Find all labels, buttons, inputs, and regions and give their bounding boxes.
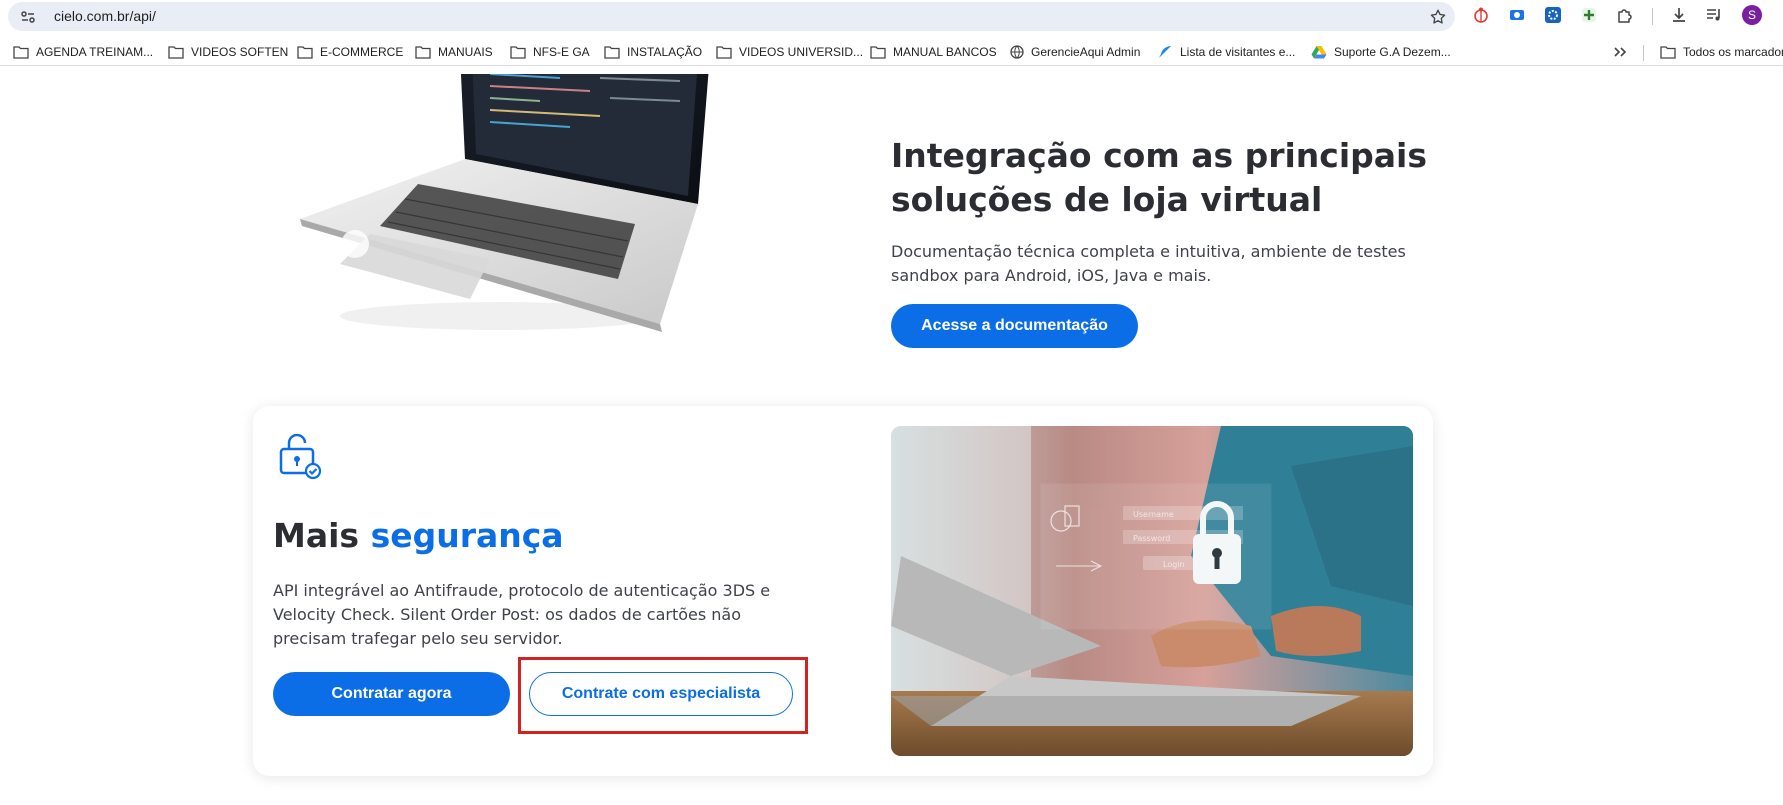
image-password-label: Password — [1133, 534, 1170, 543]
extension-gear-icon[interactable] — [1544, 6, 1562, 24]
bookmarks-bar: AGENDA TREINAM... VIDEOS SOFTEN E-COMMER… — [0, 38, 1783, 66]
bookmark-label: VIDEOS SOFTEN — [191, 45, 289, 59]
folder-icon — [13, 46, 29, 59]
profile-avatar[interactable]: S — [1742, 5, 1762, 25]
download-icon[interactable] — [1670, 6, 1688, 24]
url-text[interactable]: cielo.com.br/api/ — [54, 8, 156, 24]
bookmark-instalacao[interactable]: INSTALAÇÃO — [604, 42, 702, 62]
extension-screen-recorder-icon[interactable] — [1508, 6, 1526, 24]
toolbar-divider — [1652, 8, 1653, 25]
folder-icon — [168, 46, 184, 59]
security-card: Mais segurança API integrável ao Antifra… — [253, 406, 1433, 776]
security-description: API integrável ao Antifraude, protocolo … — [273, 581, 771, 648]
bookmark-manual-bancos[interactable]: MANUAL BANCOS — [870, 42, 997, 62]
folder-icon — [415, 46, 431, 59]
bookmark-label: Todos os marcadores — [1683, 45, 1783, 59]
bookmark-label: AGENDA TREINAM... — [36, 45, 154, 59]
folder-icon — [870, 46, 886, 59]
unlocked-padlock-icon — [279, 434, 322, 480]
integration-title: Integração com as principais soluções de… — [891, 136, 1428, 219]
bookmark-label: MANUAIS — [438, 45, 493, 59]
security-title: Mais segurança — [273, 514, 564, 558]
bookmark-label: Lista de visitantes e... — [1180, 45, 1296, 59]
integration-description: Documentação técnica completa e intuitiv… — [891, 242, 1406, 285]
bookmark-manuais[interactable]: MANUAIS — [415, 42, 493, 62]
folder-icon — [604, 46, 620, 59]
folder-icon — [510, 46, 526, 59]
bookmark-gerencieaqui-admin[interactable]: GerencieAqui Admin — [1010, 42, 1140, 62]
bookmark-label: MANUAL BANCOS — [893, 45, 997, 59]
chevron-double-right-icon[interactable] — [1612, 44, 1628, 60]
bookmark-label: INSTALAÇÃO — [627, 45, 703, 59]
bookmark-label: E-COMMERCE — [320, 45, 404, 59]
laptop-illustration — [300, 74, 709, 332]
folder-icon — [716, 46, 732, 59]
folder-icon — [297, 46, 313, 59]
bookmark-e-commerce[interactable]: E-COMMERCE — [297, 42, 403, 62]
bookmarks-divider — [1643, 45, 1644, 61]
bookmark-star-icon[interactable] — [1429, 8, 1447, 26]
annotation-highlight-box — [518, 657, 808, 734]
bookmark-videos-soften[interactable]: VIDEOS SOFTEN — [168, 42, 288, 62]
bookmark-nfs-e-ga[interactable]: NFS-E GA — [510, 42, 590, 62]
bookmark-label: VIDEOS UNIVERSID... — [739, 45, 864, 59]
bookmark-suporte-ga[interactable]: Suporte G.A Dezem... — [1311, 42, 1451, 62]
drive-icon — [1311, 46, 1327, 59]
page-viewport[interactable]: Integração com as principais soluções de… — [0, 74, 1783, 805]
security-title-prefix: Mais — [273, 516, 360, 555]
extensions-puzzle-icon[interactable] — [1616, 6, 1634, 24]
security-title-accent: segurança — [370, 516, 564, 555]
bookmark-label: NFS-E GA — [533, 45, 590, 59]
media-controls-icon[interactable] — [1705, 6, 1723, 24]
browser-toolbar: cielo.com.br/api/ S — [0, 0, 1783, 32]
bookmark-label: GerencieAqui Admin — [1031, 45, 1141, 59]
bookmark-agenda-treinam[interactable]: AGENDA TREINAM... — [13, 42, 153, 62]
feather-icon — [1159, 46, 1171, 58]
hire-now-button[interactable]: Contratar agora — [273, 672, 510, 716]
image-login-label: Login — [1163, 560, 1185, 569]
bookmark-all-bookmarks[interactable]: Todos os marcadores — [1660, 42, 1783, 62]
site-info-icon[interactable] — [20, 9, 36, 25]
bookmark-lista-de-visitantes[interactable]: Lista de visitantes e... — [1157, 42, 1295, 62]
security-photo: Username Password Login — [891, 426, 1413, 756]
image-username-label: Username — [1133, 510, 1174, 519]
address-bar[interactable]: cielo.com.br/api/ — [8, 2, 1455, 31]
folder-icon — [1660, 46, 1676, 59]
bookmark-label: Suporte G.A Dezem... — [1334, 45, 1451, 59]
extension-plus-icon[interactable] — [1580, 6, 1598, 24]
extension-ladybug-icon[interactable] — [1472, 6, 1490, 24]
bookmark-videos-universid[interactable]: VIDEOS UNIVERSID... — [716, 42, 863, 62]
access-documentation-button[interactable]: Acesse a documentação — [891, 304, 1138, 348]
globe-icon — [1010, 45, 1024, 59]
